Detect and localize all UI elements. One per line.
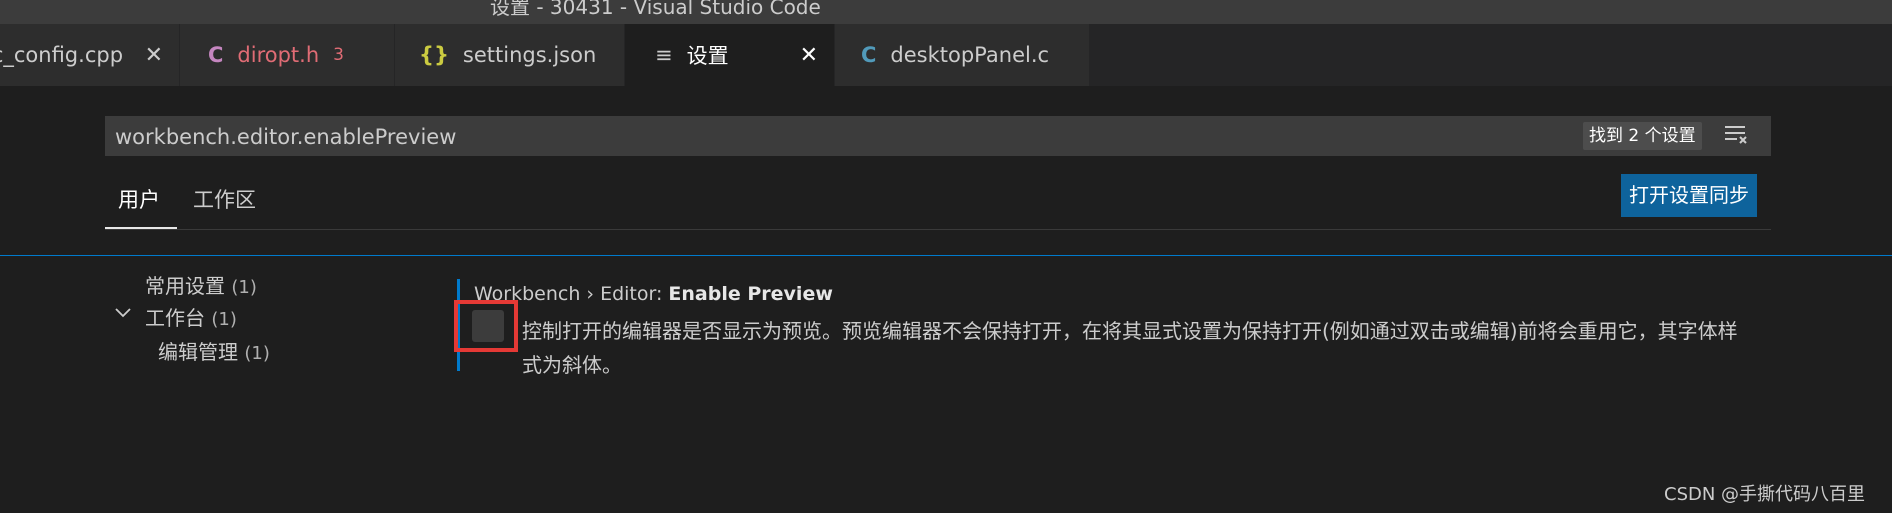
tab-settings-json[interactable]: {} settings.json — [395, 24, 625, 86]
tab-label: ic_config.cpp — [0, 43, 124, 67]
toc-item-editor-management[interactable]: 编辑管理 (1) — [158, 336, 270, 365]
toc-item-common[interactable]: 常用设置 (1) — [145, 270, 257, 299]
title-bar: 设置 - 30431 - Visual Studio Code — [0, 0, 1892, 24]
toc-count: (1) — [211, 309, 237, 330]
chevron-down-icon[interactable] — [114, 304, 132, 322]
window-title: 设置 - 30431 - Visual Studio Code — [490, 0, 821, 19]
tab-label: settings.json — [462, 43, 597, 67]
watermark: CSDN @手撕代码八百里 — [1664, 484, 1866, 505]
close-icon[interactable]: ✕ — [800, 43, 818, 68]
search-result-count: 找到 2 个设置 — [1583, 122, 1702, 150]
header-divider — [0, 255, 1892, 256]
settings-search-box: 找到 2 个设置 — [105, 116, 1771, 158]
toc-item-workbench[interactable]: 工作台 (1) — [145, 302, 237, 331]
toc-label: 编辑管理 — [158, 340, 238, 364]
tab-label: 设置 — [686, 44, 729, 68]
open-settings-sync-button[interactable]: 打开设置同步 — [1621, 174, 1757, 217]
divider — [105, 229, 1771, 230]
close-icon[interactable]: ✕ — [145, 43, 163, 68]
toc-label: 常用设置 — [145, 274, 225, 298]
c-file-icon: C — [861, 43, 877, 67]
tab-label: desktopPanel.c — [890, 43, 1050, 67]
settings-editor: 找到 2 个设置 用户 工作区 打开设置同步 常用设置 (1) 工作台 (1) … — [0, 86, 1892, 513]
tab-ic-config-cpp[interactable]: ic_config.cpp ✕ — [0, 24, 180, 86]
settings-list-icon: ≡ — [655, 43, 673, 67]
toc-count: (1) — [231, 277, 257, 298]
annotation-highlight-box — [454, 300, 518, 352]
c-file-icon: C — [208, 43, 224, 67]
setting-name: Enable Preview — [668, 283, 833, 305]
tab-user[interactable]: 用户 — [118, 184, 160, 214]
tab-desktoppanel-c[interactable]: C desktopPanel.c — [835, 24, 1090, 86]
setting-title: Workbench › Editor: Enable Preview — [474, 283, 833, 305]
json-file-icon: {} — [419, 43, 449, 67]
editor-tab-bar: ic_config.cpp ✕ C diropt.h 3 {} settings… — [0, 24, 1892, 86]
tab-workspace[interactable]: 工作区 — [193, 184, 256, 214]
search-input[interactable] — [113, 116, 1557, 158]
toc-label: 工作台 — [145, 306, 205, 330]
clear-filter-icon[interactable] — [1723, 124, 1749, 146]
problem-count-badge: 3 — [333, 45, 344, 65]
tab-label: diropt.h — [237, 43, 320, 67]
toc-count: (1) — [244, 343, 270, 364]
tab-settings[interactable]: ≡ 设置 ✕ — [625, 24, 835, 86]
setting-description: 控制打开的编辑器是否显示为预览。预览编辑器不会保持打开，在将其显式设置为保持打开… — [522, 319, 1738, 377]
tab-diropt-h[interactable]: C diropt.h 3 — [180, 24, 395, 86]
